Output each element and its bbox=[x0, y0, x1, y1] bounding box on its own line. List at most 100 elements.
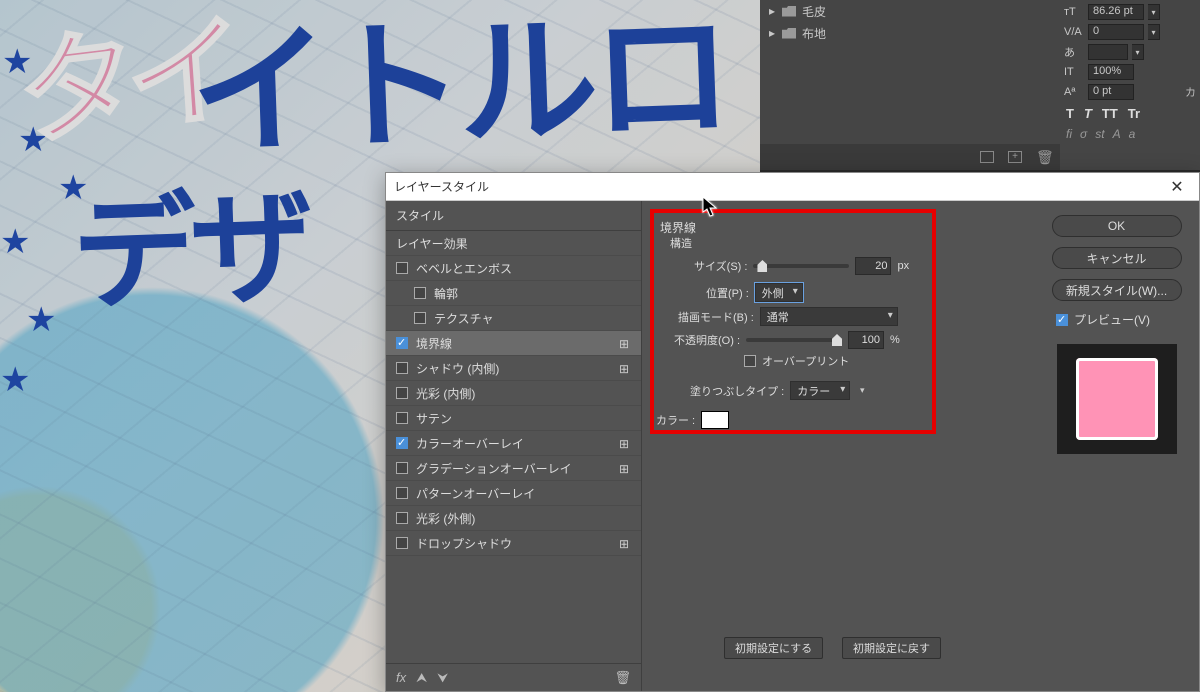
style-item-contour[interactable]: 輪郭 bbox=[386, 281, 641, 306]
character-panel[interactable]: тT 86.26 pt ▾ V/A 0 ▾ あ ▾ IT 100% Aª 0 p… bbox=[1060, 0, 1200, 170]
star-icon: ★ bbox=[0, 222, 30, 262]
style-item-color-overlay[interactable]: カラーオーバーレイ ⊞ bbox=[386, 431, 641, 456]
smallcaps-button[interactable]: Tr bbox=[1128, 106, 1140, 121]
style-item-inner-glow[interactable]: 光彩 (内側) bbox=[386, 381, 641, 406]
add-effect-icon[interactable]: ⊞ bbox=[619, 437, 631, 449]
size-label: サイズ(S) : bbox=[694, 258, 747, 274]
kerning-field[interactable]: 0 bbox=[1088, 24, 1144, 40]
chevron-down-icon[interactable]: ▾ bbox=[1132, 44, 1144, 60]
kerning-icon: V/A bbox=[1064, 26, 1084, 38]
checkbox[interactable] bbox=[396, 487, 408, 499]
trash-icon[interactable]: 🗑 bbox=[1036, 151, 1050, 163]
blend-mode-dropdown[interactable]: 通常 bbox=[760, 307, 898, 326]
style-item-texture[interactable]: テクスチャ bbox=[386, 306, 641, 331]
preview-label: プレビュー(V) bbox=[1074, 311, 1150, 328]
chevron-down-icon[interactable]: ▾ bbox=[856, 382, 868, 400]
add-effect-icon[interactable]: ⊞ bbox=[619, 362, 631, 374]
style-item-inner-shadow[interactable]: シャドウ (内側) ⊞ bbox=[386, 356, 641, 381]
close-button[interactable]: ✕ bbox=[1155, 173, 1199, 201]
size-input[interactable] bbox=[855, 257, 891, 275]
style-item-gradient-overlay[interactable]: グラデーションオーバーレイ ⊞ bbox=[386, 456, 641, 481]
checkbox-checked[interactable] bbox=[396, 437, 408, 449]
checkbox[interactable] bbox=[396, 262, 408, 274]
style-item-drop-shadow[interactable]: ドロップシャドウ ⊞ bbox=[386, 531, 641, 556]
ordinals-button[interactable]: σ bbox=[1080, 127, 1087, 141]
checkbox[interactable] bbox=[396, 387, 408, 399]
new-style-button[interactable]: 新規スタイル(W)... bbox=[1052, 279, 1182, 301]
reset-default-button[interactable]: 初期設定に戻す bbox=[842, 637, 941, 659]
position-label: 位置(P) : bbox=[706, 285, 749, 301]
checkbox[interactable] bbox=[396, 462, 408, 474]
chevron-down-icon[interactable]: ▾ bbox=[1148, 4, 1160, 20]
filltype-dropdown[interactable]: カラー bbox=[790, 381, 850, 400]
tracking-icon: あ bbox=[1064, 44, 1084, 60]
ok-button[interactable]: OK bbox=[1052, 215, 1182, 237]
opacity-slider[interactable] bbox=[746, 338, 842, 342]
size-slider[interactable] bbox=[753, 264, 849, 268]
chevron-down-icon[interactable]: ▾ bbox=[1148, 24, 1160, 40]
checkbox[interactable] bbox=[414, 287, 426, 299]
overprint-checkbox[interactable] bbox=[744, 355, 756, 367]
styles-header[interactable]: スタイル bbox=[386, 201, 641, 231]
font-size-field[interactable]: 86.26 pt bbox=[1088, 4, 1144, 20]
italic-button[interactable]: T bbox=[1084, 106, 1092, 121]
cancel-button[interactable]: キャンセル bbox=[1052, 247, 1182, 269]
ligatures-button[interactable]: fi bbox=[1066, 127, 1072, 141]
fx-menu-icon[interactable]: fx bbox=[396, 670, 406, 685]
brush-folder-row[interactable]: ▸ 布地 bbox=[760, 22, 1060, 44]
checkbox[interactable] bbox=[396, 412, 408, 424]
checkbox[interactable] bbox=[396, 512, 408, 524]
vertical-scale-icon: IT bbox=[1064, 66, 1084, 78]
overprint-label: オーバープリント bbox=[762, 353, 849, 369]
slider-thumb[interactable] bbox=[832, 334, 842, 346]
styles-footer: fx ⮝ ⮟ 🗑 bbox=[386, 663, 641, 691]
save-preset-icon[interactable] bbox=[980, 151, 994, 163]
vertical-scale-field[interactable]: 100% bbox=[1088, 64, 1134, 80]
add-effect-icon[interactable]: ⊞ bbox=[619, 537, 631, 549]
titling-button[interactable]: A bbox=[1113, 127, 1121, 141]
baseline-shift-field[interactable]: 0 pt bbox=[1088, 84, 1134, 100]
move-down-icon[interactable]: ⮟ bbox=[437, 670, 448, 686]
trash-icon[interactable]: 🗑 bbox=[614, 670, 631, 686]
blending-options-item[interactable]: レイヤー効果 bbox=[386, 231, 641, 256]
move-up-icon[interactable]: ⮝ bbox=[416, 670, 427, 686]
color-swatch[interactable] bbox=[701, 411, 729, 429]
brush-folder-row[interactable]: ▸ 毛皮 bbox=[760, 0, 1060, 22]
alt-button[interactable]: a bbox=[1129, 127, 1136, 141]
blend-mode-label: 描画モード(B) : bbox=[678, 309, 754, 325]
preview-checkbox[interactable] bbox=[1056, 314, 1068, 326]
brush-folder-label: 布地 bbox=[802, 25, 826, 42]
make-default-button[interactable]: 初期設定にする bbox=[724, 637, 823, 659]
slider-thumb[interactable] bbox=[757, 260, 767, 272]
checkbox[interactable] bbox=[414, 312, 426, 324]
add-effect-icon[interactable]: ⊞ bbox=[619, 462, 631, 474]
position-dropdown[interactable]: 外側 bbox=[755, 283, 803, 302]
opacity-input[interactable] bbox=[848, 331, 884, 349]
style-item-pattern-overlay[interactable]: パターンオーバーレイ bbox=[386, 481, 641, 506]
checkbox-checked[interactable] bbox=[396, 337, 408, 349]
checkbox[interactable] bbox=[396, 537, 408, 549]
style-item-outer-glow[interactable]: 光彩 (外側) bbox=[386, 506, 641, 531]
style-item-stroke[interactable]: 境界線 ⊞ bbox=[386, 331, 641, 356]
canvas-text-3: デザ bbox=[69, 146, 311, 334]
stylistic-button[interactable]: st bbox=[1095, 127, 1104, 141]
opacity-label: 不透明度(O) : bbox=[674, 332, 740, 348]
brush-folder-label: 毛皮 bbox=[802, 3, 826, 20]
tracking-field[interactable] bbox=[1088, 44, 1128, 60]
new-preset-icon[interactable] bbox=[1008, 151, 1022, 163]
opentype-strip: fi σ st A a bbox=[1064, 125, 1196, 143]
bold-button[interactable]: T bbox=[1066, 106, 1074, 121]
star-icon: ★ bbox=[26, 300, 56, 340]
style-item-bevel[interactable]: ベベルとエンボス bbox=[386, 256, 641, 281]
add-effect-icon[interactable]: ⊞ bbox=[619, 337, 631, 349]
star-icon: ★ bbox=[0, 360, 30, 400]
close-icon: ✕ bbox=[1170, 177, 1183, 197]
dialog-titlebar[interactable]: レイヤースタイル bbox=[386, 173, 1199, 201]
checkbox[interactable] bbox=[396, 362, 408, 374]
allcaps-button[interactable]: TT bbox=[1102, 106, 1118, 121]
style-item-satin[interactable]: サテン bbox=[386, 406, 641, 431]
stroke-settings: 境界線 構造 サイズ(S) : px 位置(P) : 外側 描画モード(B) : bbox=[642, 201, 1034, 691]
brush-presets-panel[interactable]: ▸ 毛皮 ▸ 布地 🗑 bbox=[760, 0, 1060, 170]
brush-panel-footer: 🗑 bbox=[760, 144, 1060, 170]
color-label: カラー : bbox=[656, 412, 695, 428]
